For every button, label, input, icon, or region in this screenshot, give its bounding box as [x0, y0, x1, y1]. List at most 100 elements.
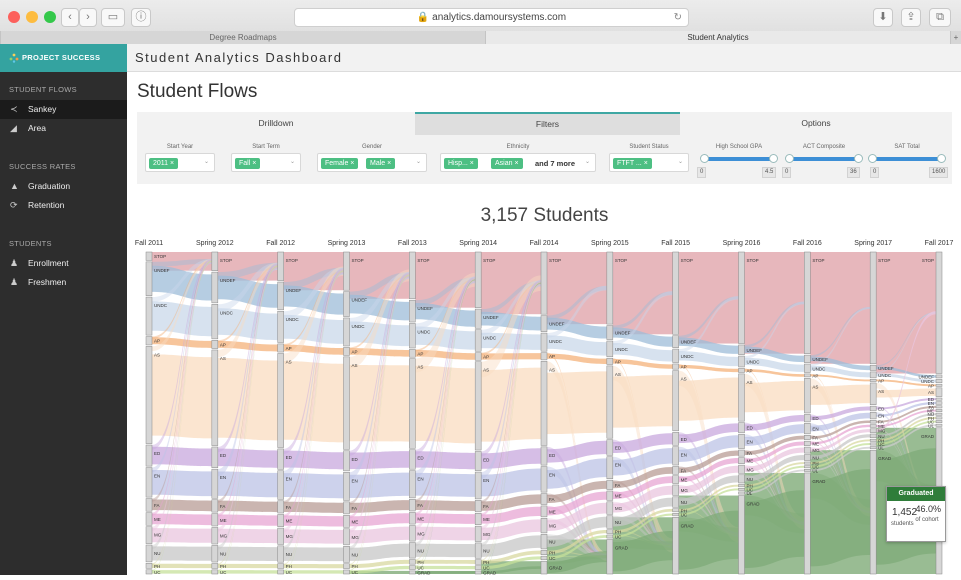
sankey-flow[interactable] — [547, 371, 607, 435]
sankey-node[interactable] — [869, 442, 877, 446]
forward-button[interactable]: › — [79, 8, 97, 27]
sankey-node[interactable] — [277, 310, 284, 343]
sankey-node[interactable] — [804, 251, 811, 354]
sankey-node[interactable] — [869, 438, 877, 442]
filter-chip[interactable]: Asian × — [491, 158, 523, 169]
tab-drilldown[interactable]: Drilldown — [137, 112, 415, 135]
sankey-node[interactable] — [211, 499, 219, 513]
sankey-node[interactable] — [935, 416, 943, 420]
sankey-node[interactable] — [804, 435, 811, 441]
slider-max-handle[interactable] — [854, 154, 863, 163]
sankey-node[interactable] — [145, 544, 153, 563]
slider-min-handle[interactable] — [700, 154, 709, 163]
sankey-node[interactable] — [869, 433, 877, 439]
sankey-node[interactable] — [738, 484, 745, 488]
sankey-node[interactable] — [145, 261, 153, 296]
chevron-down-icon[interactable]: ⌄ — [678, 158, 683, 165]
sankey-flow[interactable] — [283, 570, 344, 574]
sankey-node[interactable] — [606, 365, 614, 439]
sankey-node[interactable] — [540, 534, 548, 550]
sidebar-item-graduation[interactable]: ▲ Graduation — [0, 177, 127, 196]
chevron-down-icon[interactable]: ⌄ — [585, 158, 590, 165]
sankey-node[interactable] — [277, 281, 284, 311]
sankey-node[interactable] — [606, 439, 614, 456]
filter-chip[interactable]: Male × — [366, 158, 396, 169]
sankey-node[interactable] — [277, 470, 284, 500]
filter-chip[interactable]: Hisp... × — [444, 158, 478, 169]
sankey-node[interactable] — [409, 449, 416, 470]
sankey-node[interactable] — [935, 412, 943, 416]
sankey-node[interactable] — [672, 446, 679, 466]
sankey-node[interactable] — [343, 450, 350, 472]
sankey-node[interactable] — [869, 371, 877, 379]
sankey-flow[interactable] — [217, 570, 278, 574]
sankey-node[interactable] — [738, 495, 745, 575]
sankey-node[interactable] — [343, 251, 350, 291]
student-status-select[interactable]: FTFT ... × ⌄ — [609, 153, 689, 172]
slider-min-handle[interactable] — [868, 154, 877, 163]
sankey-node[interactable] — [409, 470, 416, 499]
filter-chip[interactable]: Female × — [321, 158, 359, 169]
start-year-select[interactable]: 2011 × ⌄ — [145, 153, 215, 172]
zoom-window-button[interactable] — [44, 11, 56, 23]
slider-min-handle[interactable] — [785, 154, 794, 163]
sankey-node[interactable] — [804, 378, 811, 414]
sankey-node[interactable] — [277, 353, 284, 448]
sankey-flow[interactable] — [283, 564, 344, 569]
sankey-node[interactable] — [474, 559, 482, 565]
sankey-node[interactable] — [145, 251, 153, 261]
sankey-node[interactable] — [935, 423, 943, 427]
sankey-node[interactable] — [409, 349, 416, 358]
sankey-node[interactable] — [606, 529, 614, 534]
sankey-node[interactable] — [343, 528, 350, 546]
info-button[interactable]: ⓘ — [131, 8, 151, 27]
act-slider[interactable] — [785, 154, 863, 163]
sankey-node[interactable] — [738, 449, 745, 457]
sankey-node[interactable] — [606, 456, 614, 479]
sankey-node[interactable] — [738, 251, 745, 344]
gender-select[interactable]: Female × Male × ⌄ — [317, 153, 427, 172]
sankey-node[interactable] — [804, 454, 811, 461]
sankey-node[interactable] — [343, 317, 350, 347]
back-button[interactable]: ‹ — [61, 8, 79, 27]
slider-max-handle[interactable] — [937, 154, 946, 163]
sankey-node[interactable] — [869, 251, 877, 365]
sankey-node[interactable] — [211, 527, 219, 545]
sankey-node[interactable] — [343, 347, 350, 356]
sankey-node[interactable] — [343, 291, 350, 317]
sankey-node[interactable] — [869, 412, 877, 420]
sankey-node[interactable] — [804, 469, 811, 472]
sankey-node[interactable] — [804, 472, 811, 575]
sankey-flow[interactable] — [349, 543, 410, 561]
sankey-node[interactable] — [672, 251, 679, 335]
hs-gpa-slider[interactable] — [700, 154, 778, 163]
sankey-node[interactable] — [606, 479, 614, 490]
sankey-flow[interactable] — [415, 565, 476, 570]
sankey-node[interactable] — [540, 493, 548, 505]
sankey-node[interactable] — [277, 527, 284, 545]
sankey-node[interactable] — [804, 373, 811, 378]
sankey-flow[interactable] — [481, 468, 541, 497]
sankey-node[interactable] — [804, 440, 811, 446]
sankey-node[interactable] — [540, 315, 548, 332]
chevron-down-icon[interactable]: ⌄ — [290, 158, 295, 165]
sankey-node[interactable] — [211, 545, 219, 563]
sankey-node[interactable] — [540, 332, 548, 352]
sankey-node[interactable] — [474, 500, 482, 513]
sankey-node[interactable] — [277, 500, 284, 514]
sankey-node[interactable] — [145, 346, 153, 444]
sankey-node[interactable] — [211, 271, 219, 304]
sankey-node[interactable] — [211, 569, 219, 575]
sankey-flow[interactable] — [349, 513, 410, 527]
remove-chip-icon[interactable]: × — [350, 160, 354, 167]
more-selected-text[interactable]: and 7 more — [535, 158, 575, 169]
sankey-node[interactable] — [145, 296, 153, 336]
sankey-node[interactable] — [672, 370, 679, 432]
sankey-node[interactable] — [606, 501, 614, 515]
sidebar-toggle-button[interactable]: ▭ — [101, 8, 125, 27]
sankey-node[interactable] — [474, 570, 482, 575]
brand-logo[interactable]: PROJECT SUCCESS — [0, 44, 127, 72]
sankey-node[interactable] — [869, 364, 877, 371]
sankey-node[interactable] — [277, 569, 284, 575]
downloads-button[interactable]: ⬇ — [873, 8, 893, 27]
